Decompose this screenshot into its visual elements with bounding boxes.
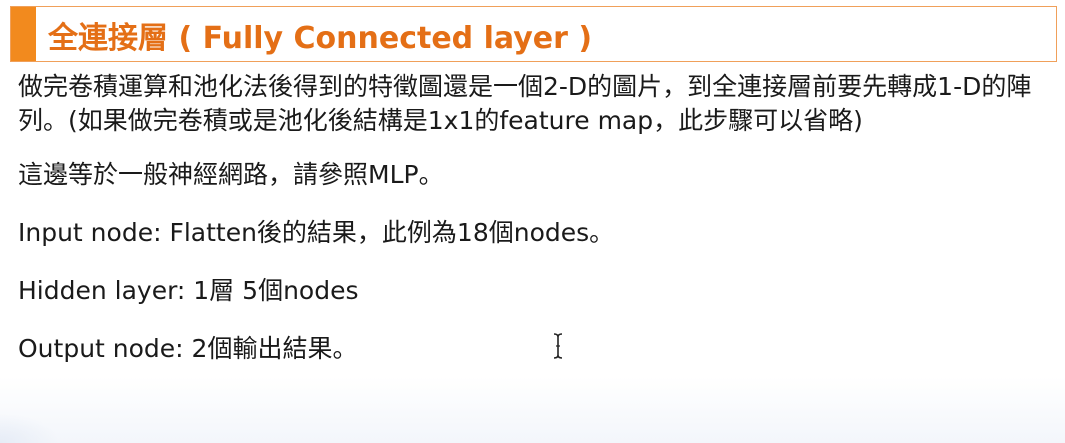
slide-corner-decoration [0, 413, 60, 443]
paragraph-flatten-explanation: 做完卷積運算和池化法後得到的特徵圖還是一個2-D的圖片，到全連接層前要先轉成1-… [18, 72, 1032, 135]
slide-title: 全連接層 ( Fully Connected layer ) [48, 21, 593, 56]
title-accent-block [11, 7, 36, 61]
line-input-node: Input node: Flatten後的結果，此例為18個nodes。 [18, 218, 615, 247]
title-bar: 全連接層 ( Fully Connected layer ) [10, 6, 1057, 62]
line-hidden-layer: Hidden layer: 1層 5個nodes [18, 276, 359, 305]
text-cursor-icon [553, 333, 563, 359]
line-mlp-reference: 這邊等於一般神經網路，請參照MLP。 [18, 160, 444, 189]
slide-content: 做完卷積運算和池化法後得到的特徵圖還是一個2-D的圖片，到全連接層前要先轉成1-… [18, 70, 1053, 390]
line-output-node: Output node: 2個輸出結果。 [18, 334, 358, 363]
